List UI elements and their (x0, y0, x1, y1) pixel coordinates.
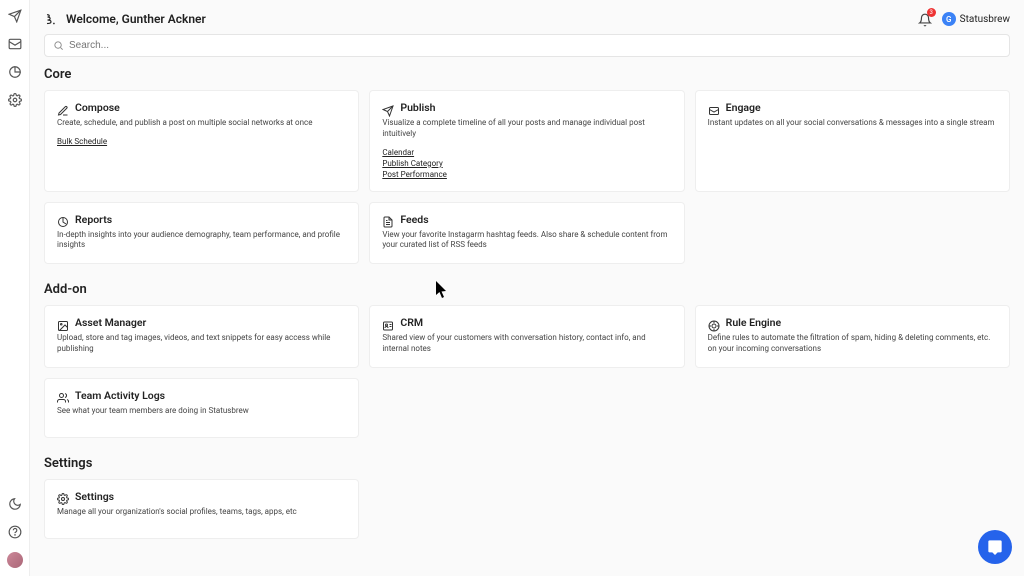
card-rule-engine[interactable]: Rule Engine Define rules to automate the… (695, 305, 1010, 368)
search-input[interactable] (69, 40, 1001, 51)
compose-icon (57, 102, 69, 114)
asset-icon (57, 317, 69, 329)
notification-badge: 3 (927, 8, 936, 17)
nav-publish-icon[interactable] (8, 8, 22, 22)
topbar: Welcome, Gunther Ackner 3 G Statusbrew (42, 8, 1012, 34)
org-switcher[interactable]: G Statusbrew (942, 12, 1010, 26)
sidebar (0, 0, 30, 576)
card-desc: In-depth insights into your audience dem… (57, 230, 346, 252)
engage-icon (708, 102, 720, 114)
gear-icon (57, 490, 69, 502)
nav-settings-icon[interactable] (8, 92, 22, 106)
notification-bell[interactable]: 3 (918, 12, 932, 26)
card-reports[interactable]: Reports In-depth insights into your audi… (44, 202, 359, 265)
card-title: Feeds (400, 213, 428, 226)
card-title: Team Activity Logs (75, 389, 165, 402)
link-publish-category[interactable]: Publish Category (382, 159, 671, 168)
section-core-title: Core (44, 67, 1010, 82)
nav-reports-icon[interactable] (8, 64, 22, 78)
publish-icon (382, 102, 394, 114)
card-asset-manager[interactable]: Asset Manager Upload, store and tag imag… (44, 305, 359, 368)
reports-icon (57, 213, 69, 225)
searchbar[interactable] (44, 34, 1010, 57)
card-title: Settings (75, 490, 114, 503)
crm-icon (382, 317, 394, 329)
org-name: Statusbrew (960, 14, 1010, 25)
nav-engage-icon[interactable] (8, 36, 22, 50)
card-desc: Shared view of your customers with conve… (382, 333, 671, 355)
card-desc: Define rules to automate the filtration … (708, 333, 997, 355)
link-post-performance[interactable]: Post Performance (382, 170, 671, 179)
card-title: Publish (400, 101, 435, 114)
card-desc: Visualize a complete timeline of all you… (382, 118, 671, 140)
card-title: Compose (75, 101, 120, 114)
card-desc: View your favorite Instagarm hashtag fee… (382, 230, 671, 252)
section-addon-title: Add-on (44, 282, 1010, 297)
card-team-activity[interactable]: Team Activity Logs See what your team me… (44, 378, 359, 438)
section-settings-title: Settings (44, 456, 1010, 471)
card-title: CRM (400, 316, 423, 329)
card-desc: See what your team members are doing in … (57, 406, 346, 417)
nav-avatar[interactable] (7, 552, 23, 568)
card-title: Rule Engine (726, 316, 782, 329)
rule-icon (708, 317, 720, 329)
card-desc: Instant updates on all your social conve… (708, 118, 997, 129)
intercom-button[interactable] (978, 530, 1012, 564)
card-compose[interactable]: Compose Create, schedule, and publish a … (44, 90, 359, 192)
activity-icon (57, 389, 69, 401)
card-title: Reports (75, 213, 112, 226)
card-settings[interactable]: Settings Manage all your organization's … (44, 479, 359, 539)
page-title: Welcome, Gunther Ackner (66, 12, 206, 26)
main-content: Welcome, Gunther Ackner 3 G Statusbrew C… (30, 0, 1024, 576)
card-desc: Manage all your organization's social pr… (57, 507, 346, 518)
nav-help-icon[interactable] (8, 524, 22, 538)
card-publish[interactable]: Publish Visualize a complete timeline of… (369, 90, 684, 192)
link-bulk-schedule[interactable]: Bulk Schedule (57, 137, 346, 146)
card-title: Asset Manager (75, 316, 146, 329)
search-icon (53, 40, 64, 51)
card-title: Engage (726, 101, 761, 114)
card-desc: Create, schedule, and publish a post on … (57, 118, 346, 129)
nav-theme-icon[interactable] (8, 496, 22, 510)
org-avatar: G (942, 12, 956, 26)
link-calendar[interactable]: Calendar (382, 148, 671, 157)
card-engage[interactable]: Engage Instant updates on all your socia… (695, 90, 1010, 192)
card-crm[interactable]: CRM Shared view of your customers with c… (369, 305, 684, 368)
feeds-icon (382, 213, 394, 225)
card-feeds[interactable]: Feeds View your favorite Instagarm hasht… (369, 202, 684, 265)
logo-icon (44, 12, 58, 26)
card-desc: Upload, store and tag images, videos, an… (57, 333, 346, 355)
